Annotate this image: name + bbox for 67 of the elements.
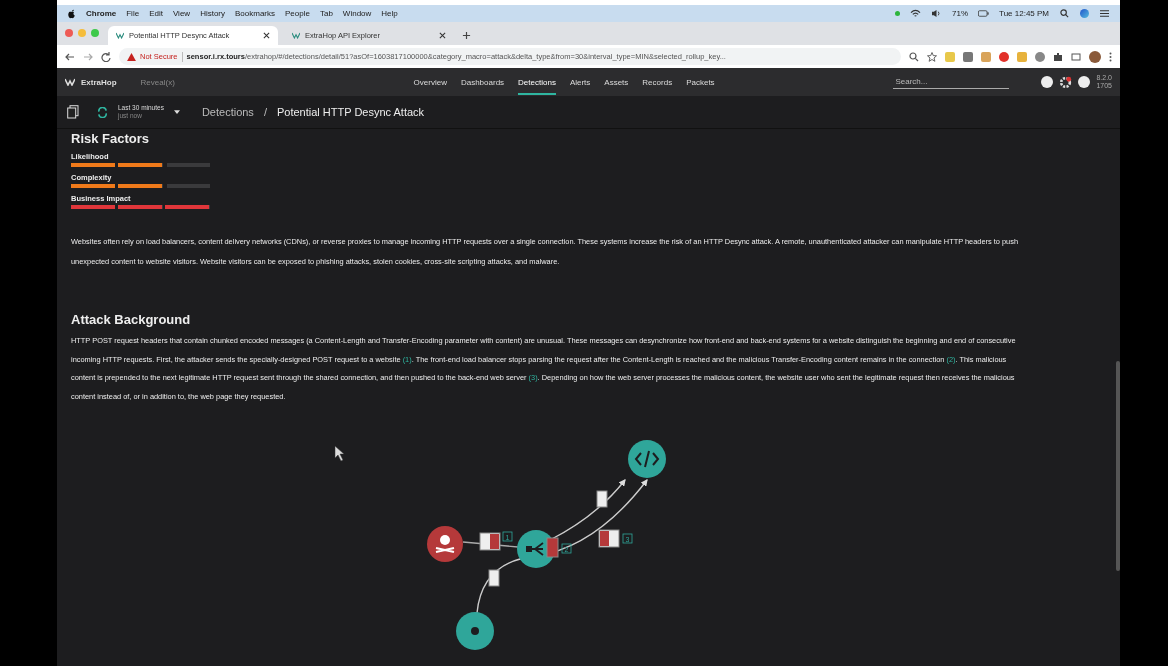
menu-item[interactable]: Tab: [319, 9, 333, 18]
settings-icon[interactable]: [1059, 75, 1073, 89]
extension-icon[interactable]: [999, 51, 1009, 62]
favicon-icon: [292, 32, 300, 39]
back-icon[interactable]: [65, 51, 75, 62]
section-title: Risk Factors: [71, 130, 151, 147]
extension-icon[interactable]: [1035, 51, 1045, 62]
menu-item[interactable]: Help: [381, 9, 398, 18]
attacker-node: [427, 526, 463, 562]
packet-icon: [596, 490, 608, 508]
apple-icon[interactable]: [67, 8, 76, 19]
pages-icon[interactable]: [67, 105, 79, 119]
breadcrumb-current: Potential HTTP Desync Attack: [276, 106, 425, 118]
reload-icon[interactable]: [101, 51, 111, 62]
menu-item[interactable]: Window: [342, 9, 372, 18]
cast-icon[interactable]: [1071, 51, 1081, 62]
more-icon[interactable]: [1109, 51, 1112, 62]
logo-text[interactable]: ExtraHop: [81, 77, 117, 87]
menu-item[interactable]: View: [172, 9, 191, 18]
packet-icon: [488, 569, 500, 587]
status-dot-icon: [895, 11, 901, 16]
packet-icon: [546, 537, 559, 558]
caret-icon[interactable]: [173, 110, 180, 114]
nav-tab[interactable]: Records: [642, 69, 673, 95]
close-window-icon[interactable]: [65, 29, 73, 37]
client-node: [456, 612, 494, 650]
packet-icon: [479, 532, 501, 551]
close-icon[interactable]: [439, 32, 446, 39]
clock[interactable]: Tue 12:45 PM: [999, 9, 1049, 18]
nav-tab[interactable]: Alerts: [569, 69, 591, 95]
star-icon[interactable]: [927, 51, 937, 62]
nav-tab[interactable]: Packets: [686, 69, 715, 95]
breadcrumb-link[interactable]: Detections: [201, 106, 254, 118]
cursor-icon: [334, 445, 345, 462]
menu-item[interactable]: Edit: [149, 9, 163, 18]
battery-icon[interactable]: [978, 9, 990, 18]
menu-item[interactable]: People: [285, 9, 310, 18]
favicon-icon: [116, 32, 124, 39]
web-server-node: [628, 440, 666, 478]
volume-icon[interactable]: [931, 9, 943, 18]
nav-tab[interactable]: Dashboards: [460, 69, 505, 95]
search-field[interactable]: Search...: [893, 75, 1010, 89]
menu-item[interactable]: Bookmarks: [235, 9, 276, 18]
menu-item[interactable]: File: [126, 9, 140, 18]
section-title: Attack Background: [71, 311, 192, 328]
nav-tab[interactable]: Detections: [518, 69, 556, 95]
scrollbar-thumb[interactable]: [1116, 361, 1120, 571]
new-tab-icon[interactable]: [462, 31, 471, 40]
nav-tab[interactable]: Assets: [604, 69, 629, 95]
search-icon[interactable]: [1059, 9, 1070, 18]
wifi-icon[interactable]: [910, 9, 922, 18]
nav-tab[interactable]: Overview: [413, 69, 447, 95]
connector-line: [462, 541, 519, 548]
menu-item[interactable]: Chrome: [86, 9, 117, 18]
menu-item[interactable]: History: [200, 9, 225, 18]
refresh-icon[interactable]: [97, 106, 108, 118]
close-icon[interactable]: [263, 32, 270, 39]
extension-icon[interactable]: [963, 51, 973, 62]
product-name: Reveal(x): [140, 77, 175, 87]
battery-level: 71%: [952, 9, 969, 18]
packet-icon: [598, 529, 620, 548]
zoom-icon[interactable]: [909, 51, 919, 62]
menu-icon[interactable]: [1099, 9, 1110, 18]
logo-icon[interactable]: [65, 78, 75, 86]
profile-avatar[interactable]: [1089, 50, 1101, 63]
warning-icon: [127, 52, 136, 61]
breadcrumb-separator: /: [263, 106, 267, 118]
